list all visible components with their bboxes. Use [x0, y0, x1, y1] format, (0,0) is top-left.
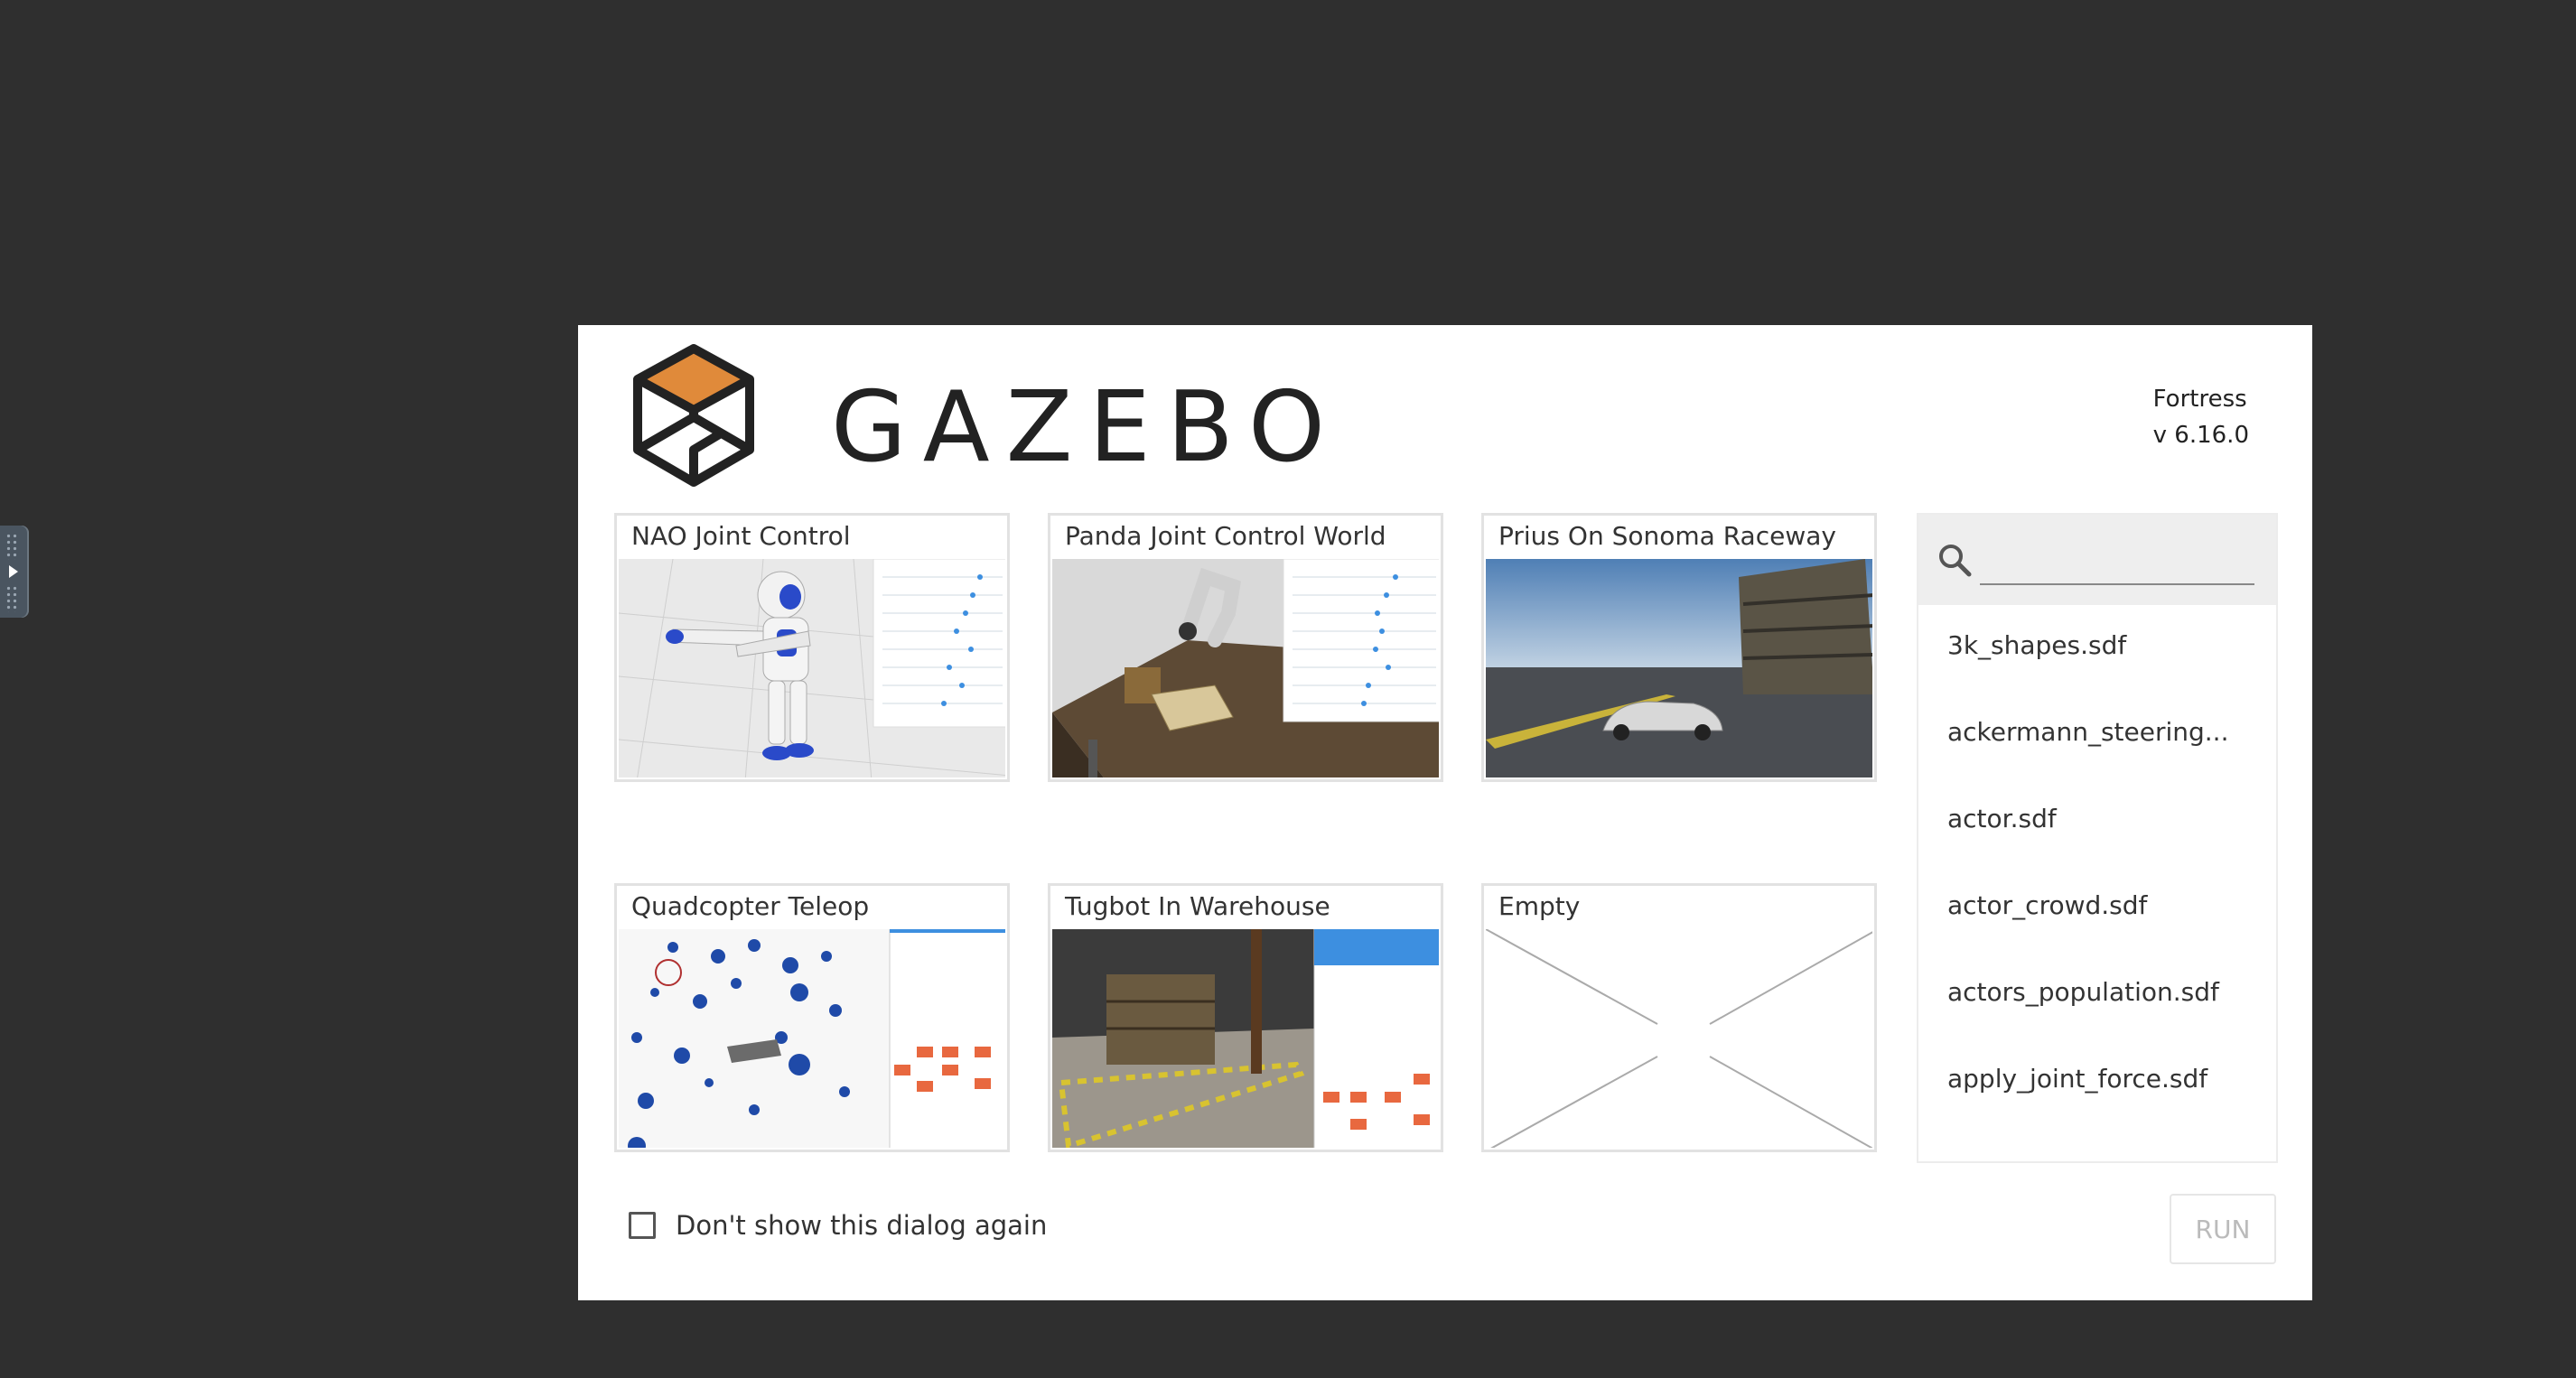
nao-thumbnail — [619, 559, 1005, 777]
run-button[interactable]: RUN — [2170, 1194, 2276, 1264]
world-card-empty[interactable]: Empty — [1481, 883, 1877, 1152]
world-card-title: Tugbot In Warehouse — [1065, 891, 1330, 921]
world-card-title: Prius On Sonoma Raceway — [1498, 521, 1836, 551]
side-panel-handle[interactable] — [0, 526, 29, 618]
prius-thumbnail — [1486, 559, 1872, 777]
version-number: v 6.16.0 — [2152, 422, 2249, 449]
grip-dots-icon — [5, 585, 18, 612]
list-item[interactable]: apply_joint_force.sdf — [1947, 1064, 2207, 1094]
world-card-nao[interactable]: NAO Joint Control — [614, 513, 1010, 782]
world-card-quadcopter[interactable]: Quadcopter Teleop — [614, 883, 1010, 1152]
list-item[interactable]: 3k_shapes.sdf — [1947, 630, 2126, 660]
world-card-title: Panda Joint Control World — [1065, 521, 1386, 551]
grip-dots-icon — [5, 533, 18, 560]
list-item[interactable]: actor.sdf — [1947, 804, 2057, 833]
list-item[interactable]: actor_crowd.sdf — [1947, 890, 2147, 920]
expand-arrow-icon[interactable] — [9, 565, 18, 578]
dont-show-again-label: Don't show this dialog again — [676, 1210, 1048, 1241]
gazebo-logo-icon — [633, 344, 754, 487]
logo-wordmark: GAZEBO — [831, 371, 1341, 484]
world-card-panda[interactable]: Panda Joint Control World — [1048, 513, 1443, 782]
search-icon — [1939, 545, 1972, 577]
list-item[interactable]: ackermann_steering... — [1947, 717, 2228, 747]
gazebo-logo: GAZEBO — [630, 343, 1335, 497]
world-card-tugbot[interactable]: Tugbot In Warehouse — [1048, 883, 1443, 1152]
tugbot-thumbnail — [1052, 929, 1439, 1148]
search-bar — [1918, 515, 2276, 605]
dont-show-again-checkbox[interactable] — [629, 1212, 656, 1239]
world-card-prius[interactable]: Prius On Sonoma Raceway — [1481, 513, 1877, 782]
quadcopter-thumbnail — [619, 929, 1005, 1148]
release-name: Fortress — [2152, 386, 2247, 413]
empty-placeholder-thumbnail — [1486, 929, 1872, 1148]
world-card-title: Empty — [1498, 891, 1581, 921]
world-card-title: Quadcopter Teleop — [631, 891, 870, 921]
search-input[interactable] — [1980, 542, 2254, 585]
sdf-world-list[interactable]: 3k_shapes.sdf ackermann_steering... acto… — [1917, 513, 2278, 1163]
version-info: Fortress v 6.16.0 — [2153, 381, 2249, 453]
list-item[interactable]: actors_population.sdf — [1947, 977, 2219, 1007]
quick-start-dialog: GAZEBO Fortress v 6.16.0 NAO Joint Contr… — [578, 325, 2312, 1300]
panda-thumbnail — [1052, 559, 1439, 777]
world-card-title: NAO Joint Control — [631, 521, 851, 551]
